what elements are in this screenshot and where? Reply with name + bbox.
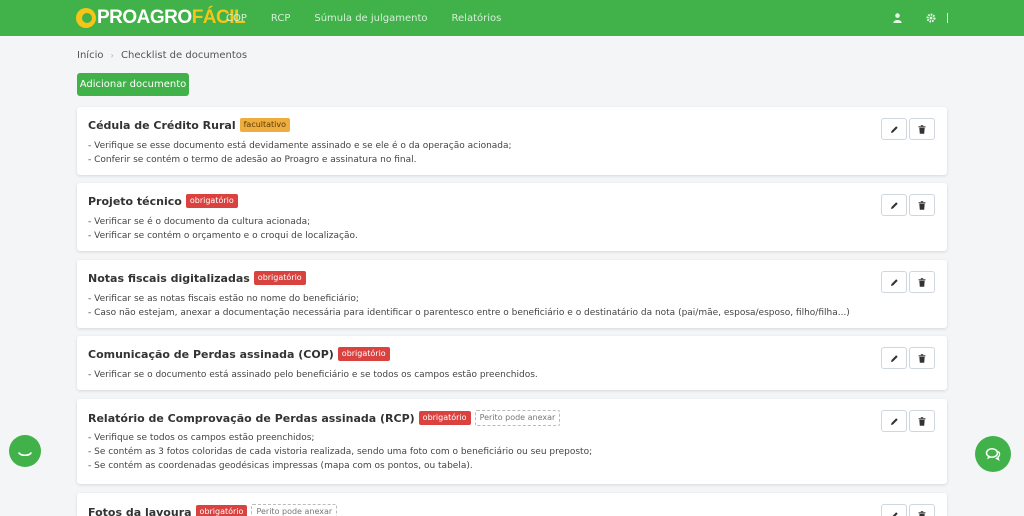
card-title-row: Cédula de Crédito Rural facultativo [88, 118, 294, 132]
trash-icon [918, 277, 926, 287]
required-badge: obrigatório [185, 194, 238, 208]
card-title-row: Relatório de Comprovação de Perdas assin… [88, 410, 564, 426]
delete-button[interactable] [909, 504, 935, 516]
required-badge: obrigatório [253, 271, 306, 285]
card-title-row: Fotos da lavoura obrigatório Perito pode… [88, 504, 341, 516]
document-card: Notas fiscais digitalizadas obrigatório … [77, 260, 947, 328]
chat-icon [985, 448, 1001, 461]
delete-button[interactable] [909, 194, 935, 216]
document-card: Projeto técnico obrigatório - Verificar … [77, 183, 947, 251]
delete-button[interactable] [909, 118, 935, 140]
card-actions [879, 504, 935, 516]
pencil-icon [890, 125, 898, 133]
delete-button[interactable] [909, 410, 935, 432]
card-title-row: Comunicação de Perdas assinada (COP) obr… [88, 347, 394, 361]
trash-icon [918, 200, 926, 210]
trash-icon [918, 510, 926, 516]
card-actions [879, 347, 935, 369]
instruction-line: - Verificar se as notas fiscais estão no… [88, 294, 359, 304]
gear-icon[interactable] [925, 12, 937, 24]
top-icons [869, 12, 948, 24]
edit-button[interactable] [881, 194, 907, 216]
add-document-button[interactable]: Adicionar documento [77, 73, 189, 96]
breadcrumb-home[interactable]: Início [77, 50, 103, 61]
nav-item-cop[interactable]: COP [226, 13, 247, 24]
card-actions [879, 410, 935, 432]
document-instructions: - Verificar se é o documento da cultura … [88, 215, 358, 243]
nav-item-relatorios[interactable]: Relatórios [452, 13, 502, 24]
instruction-line: - Caso não estejam, anexar a documentaçã… [88, 308, 850, 318]
instruction-line: - Verificar se é o documento da cultura … [88, 217, 311, 227]
instruction-line: - Verificar se o documento está assinado… [88, 370, 538, 380]
trash-icon [918, 353, 926, 363]
document-title: Fotos da lavoura [88, 505, 192, 516]
edit-button[interactable] [881, 347, 907, 369]
required-badge: obrigatório [195, 505, 248, 516]
breadcrumb: Início › Checklist de documentos [77, 50, 247, 61]
expert-can-attach-badge: Perito pode anexar [474, 410, 561, 426]
chat-widget-right-button[interactable] [975, 436, 1011, 472]
expert-can-attach-badge: Perito pode anexar [251, 504, 338, 516]
document-card: Fotos da lavoura obrigatório Perito pode… [77, 493, 947, 516]
edit-button[interactable] [881, 504, 907, 516]
delete-button[interactable] [909, 271, 935, 293]
document-title: Comunicação de Perdas assinada (COP) [88, 347, 334, 361]
pencil-icon [890, 354, 898, 362]
breadcrumb-current: Checklist de documentos [121, 50, 248, 61]
chat-widget-left-button[interactable] [9, 435, 41, 467]
document-instructions: - Verifique se esse documento está devid… [88, 139, 512, 167]
card-actions [879, 118, 935, 140]
nav-item-sumula[interactable]: Súmula de julgamento [314, 13, 427, 24]
pencil-icon [890, 278, 898, 286]
required-badge: obrigatório [337, 347, 390, 361]
edit-button[interactable] [881, 271, 907, 293]
breadcrumb-separator: › [110, 51, 114, 60]
card-actions [879, 271, 935, 293]
pencil-icon [891, 511, 898, 516]
edit-button[interactable] [881, 410, 907, 432]
document-title: Projeto técnico [88, 194, 182, 208]
document-instructions: - Verificar se as notas fiscais estão no… [88, 292, 850, 320]
trash-icon [918, 124, 926, 134]
required-badge: obrigatório [418, 411, 471, 425]
pencil-icon [890, 201, 898, 209]
instruction-line: - Se contém as coordenadas geodésicas im… [88, 461, 473, 471]
card-actions [879, 194, 935, 216]
document-title: Notas fiscais digitalizadas [88, 271, 250, 285]
document-card: Relatório de Comprovação de Perdas assin… [77, 399, 947, 484]
instruction-line: - Verifique se todos os campos estão pre… [88, 433, 315, 443]
document-title: Relatório de Comprovação de Perdas assin… [88, 411, 415, 425]
document-card: Cédula de Crédito Rural facultativo - Ve… [77, 107, 947, 175]
document-instructions: - Verifique se todos os campos estão pre… [88, 431, 592, 473]
optional-badge: facultativo [239, 118, 291, 132]
instruction-line: - Verificar se contém o orçamento e o cr… [88, 231, 358, 241]
instruction-line: - Verifique se esse documento está devid… [88, 141, 512, 151]
instruction-line: - Se contém as 3 fotos coloridas de cada… [88, 447, 593, 457]
nav-item-rcp[interactable]: RCP [271, 13, 290, 24]
edit-button[interactable] [881, 118, 907, 140]
logo-text-part1: PROAGRO [97, 7, 192, 28]
chat-bubble-icon [18, 452, 32, 457]
pencil-icon [890, 417, 898, 425]
document-title: Cédula de Crédito Rural [88, 118, 236, 132]
navbar-divider [947, 13, 948, 23]
logo-mark-icon [76, 8, 96, 28]
user-icon[interactable] [891, 12, 903, 24]
main-nav: COP RCP Súmula de julgamento Relatórios [226, 0, 525, 36]
document-card: Comunicação de Perdas assinada (COP) obr… [77, 336, 947, 390]
instruction-line: - Conferir se contém o termo de adesão a… [88, 155, 417, 165]
logo[interactable]: PROAGRO FÁCIL [76, 6, 246, 30]
document-instructions: - Verificar se o documento está assinado… [88, 368, 538, 382]
top-navbar: PROAGRO FÁCIL COP RCP Súmula de julgament… [0, 0, 1024, 36]
trash-icon [918, 416, 926, 426]
card-title-row: Notas fiscais digitalizadas obrigatório [88, 271, 310, 285]
card-title-row: Projeto técnico obrigatório [88, 194, 242, 208]
delete-button[interactable] [909, 347, 935, 369]
